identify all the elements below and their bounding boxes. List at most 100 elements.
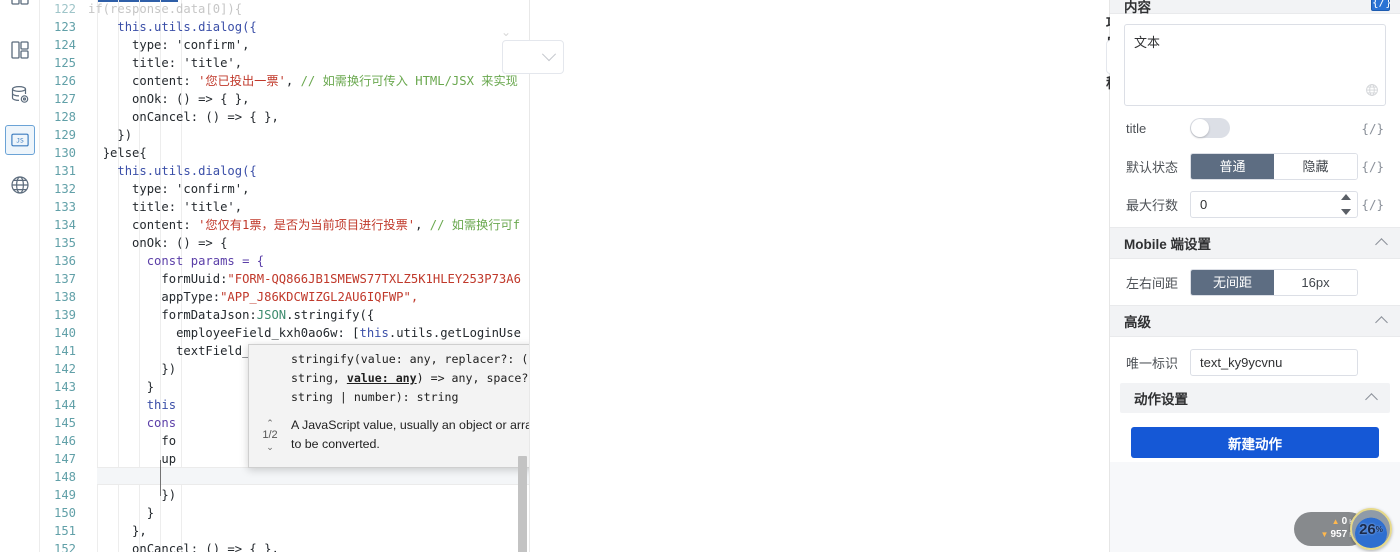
code-line[interactable]: 136 const params = { bbox=[40, 252, 521, 270]
line-number: 141 bbox=[53, 344, 76, 358]
line-number: 126 bbox=[53, 74, 76, 88]
row-max-rows-code-icon[interactable]: {/} bbox=[1358, 197, 1384, 212]
segment-hidden[interactable]: 隐藏 bbox=[1274, 153, 1357, 179]
content-textarea[interactable]: 文本 bbox=[1124, 24, 1386, 106]
spacing-segmented[interactable]: 无间距 16px bbox=[1190, 268, 1358, 296]
signature-help-tooltip: ⌃ 1/2 ⌄ stringify(value: any, replacer?:… bbox=[248, 344, 530, 468]
row-default-state-label: 默认状态 bbox=[1126, 159, 1179, 175]
line-number: 136 bbox=[53, 254, 76, 268]
code-line[interactable]: 126 content: '您已投出一票', // 如需换行可传入 HTML/J… bbox=[40, 72, 521, 90]
code-line[interactable]: 125 title: 'title', bbox=[40, 54, 521, 72]
code-line[interactable]: 150 } bbox=[40, 504, 521, 522]
code-line[interactable]: 130 }else{ bbox=[40, 144, 521, 162]
code-editor-pane[interactable]: 122 if(response.data[0]){ 123 this.utils… bbox=[40, 0, 530, 552]
globe-icon[interactable] bbox=[5, 170, 35, 200]
globe-icon[interactable] bbox=[1365, 83, 1379, 97]
segment-normal[interactable]: 普通 bbox=[1191, 153, 1274, 179]
download-speed-value: 957 bbox=[1330, 529, 1348, 540]
line-number: 148 bbox=[53, 470, 76, 484]
editor-scrollbar[interactable] bbox=[518, 116, 527, 552]
signature-line-3: string | number): string bbox=[291, 390, 459, 404]
code-line[interactable]: 127 onOk: () => { }, bbox=[40, 90, 521, 108]
signature-pager[interactable]: ⌃ 1/2 ⌄ bbox=[257, 419, 283, 452]
row-default-state-code-icon[interactable]: {/} bbox=[1358, 159, 1384, 174]
max-rows-stepper[interactable] bbox=[1341, 193, 1352, 215]
unique-id-input[interactable] bbox=[1190, 348, 1358, 376]
stepper-up-icon[interactable] bbox=[1341, 193, 1351, 200]
max-rows-number-input-wrap bbox=[1190, 190, 1358, 218]
line-number: 124 bbox=[53, 38, 76, 52]
code-line[interactable]: 149 }) bbox=[40, 486, 521, 504]
line-content: }) bbox=[161, 488, 177, 502]
partial-select-control[interactable] bbox=[502, 40, 564, 74]
line-number: 134 bbox=[53, 218, 76, 232]
row-horizontal-spacing-label: 左右间距 bbox=[1126, 275, 1179, 291]
chevron-up-icon[interactable] bbox=[1365, 393, 1378, 406]
group-header-advanced-title: 高级 bbox=[1124, 315, 1151, 330]
code-line[interactable]: 123 this.utils.dialog({ bbox=[40, 18, 521, 36]
code-line[interactable]: 133 title: 'title', bbox=[40, 198, 521, 216]
group-header-action-settings[interactable]: 动作设置 bbox=[1120, 383, 1390, 413]
row-title-code-icon[interactable]: {/} bbox=[1358, 121, 1384, 136]
chevron-up-icon[interactable] bbox=[1375, 238, 1388, 251]
data-source-icon[interactable] bbox=[5, 80, 35, 110]
row-default-state: 默认状态 普通 隐藏 {/} bbox=[1124, 147, 1386, 185]
max-rows-input[interactable] bbox=[1191, 191, 1357, 217]
code-line[interactable]: 140 employeeField_kxh0ao6w: [this.utils.… bbox=[40, 324, 521, 342]
line-content: onOk: () => { bbox=[132, 236, 228, 250]
code-line[interactable]: 148 bbox=[40, 468, 521, 486]
download-arrow-icon: ▼ bbox=[1320, 530, 1329, 539]
left-icon-rail: JS bbox=[0, 0, 40, 552]
fold-handle-icon[interactable]: ⌄ bbox=[501, 25, 515, 39]
code-scroll-area[interactable]: 122 if(response.data[0]){ 123 this.utils… bbox=[40, 0, 529, 552]
signature-prev-icon[interactable]: ⌃ bbox=[257, 419, 283, 428]
code-binding-icon[interactable]: {/} bbox=[1371, 0, 1392, 11]
cpu-usage-value: 26 bbox=[1359, 520, 1376, 538]
form-preview-pane: 项目名称 搜索 重置 bbox=[502, 0, 1400, 552]
signature-doc-1: A JavaScript value, usually an object or… bbox=[291, 418, 530, 432]
layout-icon[interactable] bbox=[5, 35, 35, 65]
cpu-usage-gauge[interactable]: 26% bbox=[1350, 508, 1392, 550]
code-line[interactable]: 124 type: 'confirm', bbox=[40, 36, 521, 54]
group-header-mobile[interactable]: Mobile 端设置 bbox=[1110, 227, 1400, 259]
code-line[interactable]: 132 type: 'confirm', bbox=[40, 180, 521, 198]
line-content: content: '您仅有1票，是否为当前项目进行投票', // 如需换行可f bbox=[132, 218, 521, 232]
title-toggle-switch[interactable] bbox=[1190, 118, 1230, 138]
svg-text:JS: JS bbox=[16, 138, 24, 145]
group-header-mobile-title: Mobile 端设置 bbox=[1124, 237, 1211, 252]
editor-scrollbar-thumb[interactable] bbox=[518, 456, 527, 552]
line-number: 130 bbox=[53, 146, 76, 160]
code-line[interactable]: 131 this.utils.dialog({ bbox=[40, 162, 521, 180]
components-icon[interactable] bbox=[5, 0, 35, 20]
cpu-usage-value-wrap: 26% bbox=[1352, 510, 1390, 548]
segment-16px[interactable]: 16px bbox=[1274, 269, 1357, 295]
line-number: 131 bbox=[53, 164, 76, 178]
chevron-up-icon[interactable] bbox=[1375, 316, 1388, 329]
code-line[interactable]: 137 formUuid:"FORM-QQ866JB1SMEWS77TXLZ5K… bbox=[40, 270, 521, 288]
row-unique-id: 唯一标识 bbox=[1124, 345, 1386, 379]
row-max-rows-control bbox=[1190, 190, 1358, 218]
default-state-segmented[interactable]: 普通 隐藏 bbox=[1190, 152, 1358, 180]
line-content: onOk: () => { }, bbox=[132, 92, 250, 106]
code-line[interactable]: 138 appType:"APP_J86KDCWIZGL2AU6IQFWP", bbox=[40, 288, 521, 306]
new-action-button[interactable]: 新建动作 bbox=[1131, 427, 1379, 458]
code-line[interactable]: 128 onCancel: () => { }, bbox=[40, 108, 521, 126]
code-line[interactable]: 122 if(response.data[0]){ bbox=[40, 0, 521, 18]
js-icon[interactable]: JS bbox=[4, 125, 35, 155]
line-number: 140 bbox=[53, 326, 76, 340]
code-line[interactable]: 151 }, bbox=[40, 522, 521, 540]
line-content: type: 'confirm', bbox=[132, 182, 250, 196]
line-content: employeeField_kxh0ao6w: [this.utils.getL… bbox=[176, 326, 521, 340]
stepper-down-icon[interactable] bbox=[1341, 208, 1351, 215]
signature-next-icon[interactable]: ⌄ bbox=[257, 443, 283, 452]
code-line[interactable]: 139 formDataJson:JSON.stringify({ bbox=[40, 306, 521, 324]
code-line[interactable]: 135 onOk: () => { bbox=[40, 234, 521, 252]
content-card: 文本 title {/} 默认状态 普通 隐藏 {/} 最大行数 0 {/} bbox=[1110, 14, 1400, 227]
code-line[interactable]: 134 content: '您仅有1票，是否为当前项目进行投票', // 如需换… bbox=[40, 216, 521, 234]
code-line[interactable]: 129 }) bbox=[40, 126, 521, 144]
segment-no-spacing[interactable]: 无间距 bbox=[1191, 269, 1274, 295]
line-content: this.utils.dialog({ bbox=[117, 20, 257, 34]
network-monitor-widget[interactable]: ▲ 0 K/s ▼ 957 K/s 26% bbox=[1294, 508, 1392, 550]
code-line[interactable]: 152 onCancel: () => { }, bbox=[40, 540, 521, 552]
group-header-advanced[interactable]: 高级 bbox=[1110, 305, 1400, 337]
